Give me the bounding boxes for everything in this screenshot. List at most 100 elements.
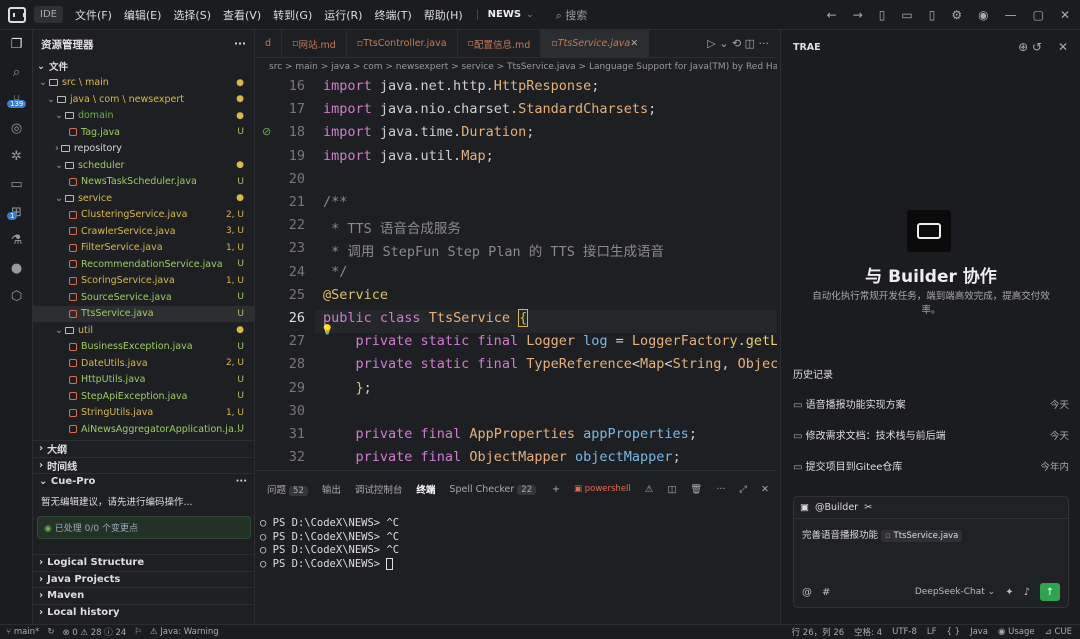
editor-tab[interactable]: d <box>255 29 283 58</box>
menu-item[interactable]: 文件(F) <box>75 9 112 22</box>
editor-tab[interactable]: ▫ 网站.md <box>282 29 347 58</box>
breadcrumb[interactable]: src > main > java > com > newsexpert > s… <box>255 58 777 76</box>
history-item[interactable]: ▭ 修改需求文档：技术栈与前后端 今天 <box>793 419 1069 450</box>
search-box[interactable]: ⌕ 搜索 <box>556 7 588 23</box>
code-line[interactable]: public class TtsService { <box>323 309 529 327</box>
test-icon[interactable]: ⚗ <box>0 226 33 254</box>
menu-item[interactable]: 编辑(E) <box>124 9 162 22</box>
gear-icon[interactable]: ⚙ <box>951 8 962 22</box>
history-icon[interactable]: ↺ <box>1032 40 1042 54</box>
code-line[interactable]: @Service <box>323 287 388 303</box>
back-icon[interactable]: ← <box>827 8 837 22</box>
tree-row[interactable]: ⌄ scheduler ● <box>33 157 254 174</box>
maximize-panel-icon[interactable]: ⤢ <box>739 484 747 495</box>
problems-status[interactable]: ⊗ 0 ⚠ 28 ⓘ 24 <box>62 626 126 638</box>
cue-pro-section[interactable]: ⌄ Cue-Pro ··· <box>33 473 255 490</box>
close-icon[interactable]: ✕ <box>1058 40 1068 54</box>
split-icon[interactable]: ▯ <box>929 8 936 22</box>
warning-icon[interactable]: ⚠ <box>645 484 654 495</box>
tab-spell-checker[interactable]: Spell Checker 22 <box>449 484 537 495</box>
code-line[interactable]: private final AppProperties appPropertie… <box>323 426 697 442</box>
close-panel-icon[interactable]: ✕ <box>761 484 769 495</box>
new-chat-icon[interactable]: ⊕ <box>1018 40 1028 54</box>
code-line[interactable]: import java.time.Duration; <box>323 124 534 140</box>
add-terminal-icon[interactable]: + <box>552 484 560 495</box>
ports-icon[interactable]: ⚐ <box>134 627 142 637</box>
history-item[interactable]: ▭ 提交项目到Gitee仓库 今年内 <box>793 450 1069 481</box>
project-name[interactable]: NEWS <box>476 9 521 20</box>
code-area[interactable]: 16 import java.net.http.HttpResponse; 17 im… <box>255 76 777 468</box>
tree-row[interactable]: ScoringService.java 1, U <box>33 273 254 290</box>
code-line[interactable]: /** <box>323 194 347 210</box>
code-line[interactable]: * TTS 语音合成服务 <box>323 217 461 237</box>
terminal-output[interactable]: ○ PS D:\CodeX\NEWS> ^C ○ PS D:\CodeX\NEWS… <box>255 517 777 571</box>
language-status[interactable]: Java <box>970 627 988 637</box>
hash-icon[interactable]: # <box>822 587 830 598</box>
tree-row[interactable]: ⌄ domain ● <box>33 108 254 125</box>
menu-item[interactable]: 帮助(H) <box>424 9 463 22</box>
tree-row[interactable]: HttpUtils.java U <box>33 372 254 389</box>
outline-section[interactable]: › 大纲 <box>33 440 255 457</box>
eol-status[interactable]: LF <box>927 627 937 637</box>
code-line[interactable]: private static final Logger log = Logger… <box>323 333 777 349</box>
lightbulb-icon[interactable]: 💡 <box>321 325 333 336</box>
more-icon[interactable]: ··· <box>234 38 246 50</box>
tree-row[interactable]: StepApiException.java U <box>33 388 254 405</box>
tree-row[interactable]: FilterService.java 1, U <box>33 240 254 257</box>
tree-row[interactable]: ⌄ util ● <box>33 322 254 339</box>
tree-row[interactable]: ⌄ java \ com \ newsexpert ● <box>33 91 254 108</box>
account-icon[interactable]: ◉ <box>978 8 988 22</box>
code-line[interactable]: import java.nio.charset.StandardCharsets… <box>323 101 656 117</box>
tab-debug-console[interactable]: 调试控制台 <box>355 482 403 496</box>
sync-icon[interactable]: ↻ <box>47 627 54 637</box>
tree-row[interactable]: AiNewsAggregatorApplication.ja... U <box>33 421 254 438</box>
package-icon[interactable]: ⬡ <box>0 282 33 310</box>
braces-icon[interactable]: { } <box>947 627 961 637</box>
usage-status[interactable]: ◉ Usage <box>998 627 1035 637</box>
tab-terminal[interactable]: 终端 <box>416 482 435 496</box>
tree-row[interactable]: TtsService.java U <box>33 305 254 322</box>
menu-item[interactable]: 运行(R) <box>324 9 362 22</box>
code-line[interactable]: import java.util.Map; <box>323 148 494 164</box>
tab-output[interactable]: 输出 <box>322 482 341 496</box>
files-section[interactable]: ⌄ 文件 <box>33 58 254 75</box>
terminal-select[interactable]: ▣ powershell <box>574 484 631 494</box>
model-select[interactable]: DeepSeek-Chat ⌄ <box>915 587 995 597</box>
tree-row[interactable]: DateUtils.java 2, U <box>33 355 254 372</box>
tree-row[interactable]: NewsTaskScheduler.java U <box>33 174 254 191</box>
tree-row[interactable]: StringUtils.java 1, U <box>33 405 254 422</box>
code-line[interactable]: }; <box>323 380 372 396</box>
bottom-section[interactable]: › Logical Structure <box>33 554 255 571</box>
github-icon[interactable]: ● <box>0 254 33 282</box>
panel-icon[interactable]: ▭ <box>901 8 912 22</box>
bottom-section[interactable]: › Maven <box>33 587 255 604</box>
trash-icon[interactable]: 🗑 <box>690 484 702 495</box>
editor-tab[interactable]: ▫ TtsService.java ✕ <box>541 29 650 58</box>
tree-row[interactable]: ⌄ src \ main ● <box>33 75 254 92</box>
tree-row[interactable]: › repository <box>33 141 254 158</box>
mic-icon[interactable]: ♪ <box>1024 587 1030 598</box>
tree-row[interactable]: BusinessException.java U <box>33 339 254 356</box>
tree-row[interactable]: CrawlerService.java 3, U <box>33 223 254 240</box>
close-button[interactable]: ✕ <box>1060 8 1070 22</box>
tree-row[interactable]: Tag.java U <box>33 124 254 141</box>
layout-icon[interactable]: ▯ <box>879 8 886 22</box>
java-status[interactable]: ⚠ Java: Warning <box>150 627 219 637</box>
tree-row[interactable]: RecommendationService.java U <box>33 256 254 273</box>
more-icon[interactable]: ··· <box>236 476 247 487</box>
bug-icon[interactable]: ✲ <box>0 142 33 170</box>
menu-item[interactable]: 转到(G) <box>273 9 312 22</box>
tree-row[interactable]: ⌄ service ● <box>33 190 254 207</box>
close-icon[interactable]: ✕ <box>630 38 638 49</box>
bottom-section[interactable]: › Local history <box>33 603 255 621</box>
explorer-icon[interactable]: ❐ <box>0 30 33 58</box>
code-line[interactable]: private static final TypeReference<Map<S… <box>323 356 777 372</box>
forward-icon[interactable]: → <box>853 8 863 22</box>
code-line[interactable]: import java.net.http.HttpResponse; <box>323 78 599 94</box>
mention-icon[interactable]: @ <box>802 587 812 598</box>
code-line[interactable]: * 调用 StepFun Step Plan 的 TTS 接口生成语音 <box>323 240 664 260</box>
tools-icon[interactable]: ✂ <box>864 502 872 513</box>
indent-status[interactable]: 空格: 4 <box>854 626 882 638</box>
remote-icon[interactable]: ▭ <box>0 170 33 198</box>
menu-item[interactable]: 查看(V) <box>223 9 261 22</box>
